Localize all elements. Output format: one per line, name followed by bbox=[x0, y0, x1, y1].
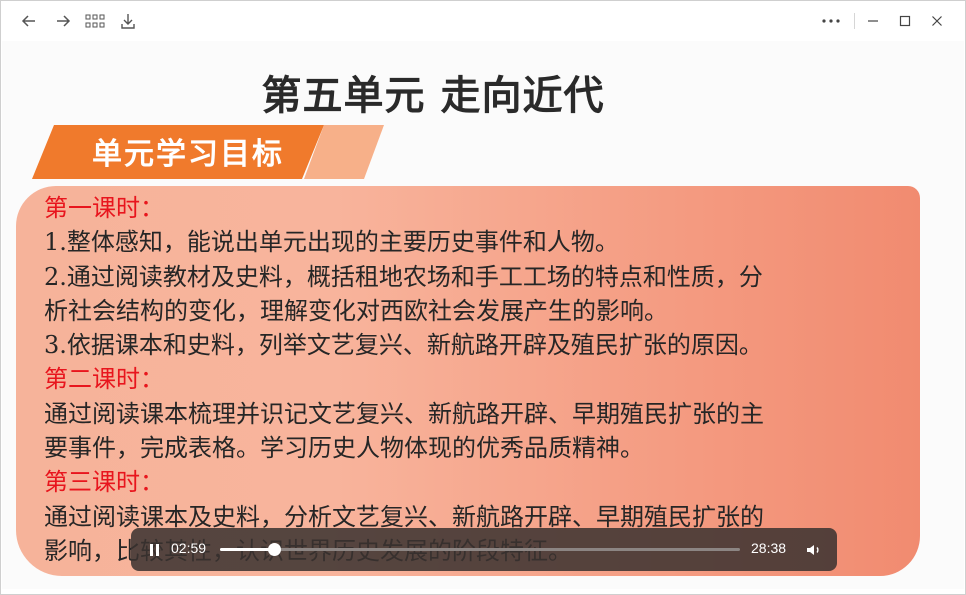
more-options-icon[interactable] bbox=[817, 7, 845, 35]
maximize-icon[interactable] bbox=[891, 7, 919, 35]
minimize-icon[interactable] bbox=[859, 7, 887, 35]
objective-line: 通过阅读课本梳理并识记文艺复兴、新航路开辟、早期殖民扩张的主 bbox=[44, 399, 764, 428]
download-icon[interactable] bbox=[114, 7, 142, 35]
title-bar bbox=[1, 1, 965, 41]
lesson-heading: 第一课时： bbox=[44, 194, 164, 222]
arrow-right-icon[interactable] bbox=[49, 7, 77, 35]
objectives-text: 第一课时： 1.整体感知，能说出单元出现的主要历史事件和人物。 2.通过阅读教材及史… bbox=[44, 191, 904, 568]
objective-line: 3.依据课本和史料，列举文艺复兴、新航路开辟及殖民扩张的原因。 bbox=[44, 331, 763, 360]
arrow-left-icon[interactable] bbox=[15, 7, 43, 35]
volume-icon[interactable] bbox=[803, 539, 825, 561]
slide-title: 第五单元 走向近代 bbox=[261, 73, 605, 119]
seek-bar-progress bbox=[220, 548, 275, 551]
objective-line: 要事件，完成表格。学习历史人物体现的优秀品质精神。 bbox=[44, 434, 644, 463]
duration: 28:38 bbox=[751, 540, 787, 556]
lesson-heading: 第三课时： bbox=[44, 468, 164, 497]
grid-view-icon[interactable] bbox=[81, 7, 109, 35]
lesson-heading: 第二课时： bbox=[44, 365, 164, 394]
objective-line: 2.通过阅读教材及史料，概括租地农场和手工工场的特点和性质，分 bbox=[44, 262, 763, 291]
seek-thumb[interactable] bbox=[268, 543, 282, 556]
current-time: 02:59 bbox=[171, 540, 207, 556]
pause-icon[interactable] bbox=[145, 540, 165, 560]
objective-line: 1.整体感知，能说出单元出现的主要历史事件和人物。 bbox=[44, 228, 619, 257]
title-bar-divider bbox=[854, 13, 855, 29]
video-controls: 02:59 28:38 bbox=[131, 528, 837, 571]
objective-line: 析社会结构的变化，理解变化对西欧社会发展产生的影响。 bbox=[44, 296, 668, 325]
seek-bar[interactable] bbox=[220, 543, 740, 556]
close-icon[interactable] bbox=[923, 7, 951, 35]
viewer-window: 第五单元 走向近代 单元学习目标 第一课时： 1.整体感知，能说出单元出现的主要历… bbox=[0, 0, 966, 595]
slide-image: 第五单元 走向近代 单元学习目标 第一课时： 1.整体感知，能说出单元出现的主要历… bbox=[2, 41, 964, 589]
banner-title: 单元学习目标 bbox=[92, 137, 284, 172]
